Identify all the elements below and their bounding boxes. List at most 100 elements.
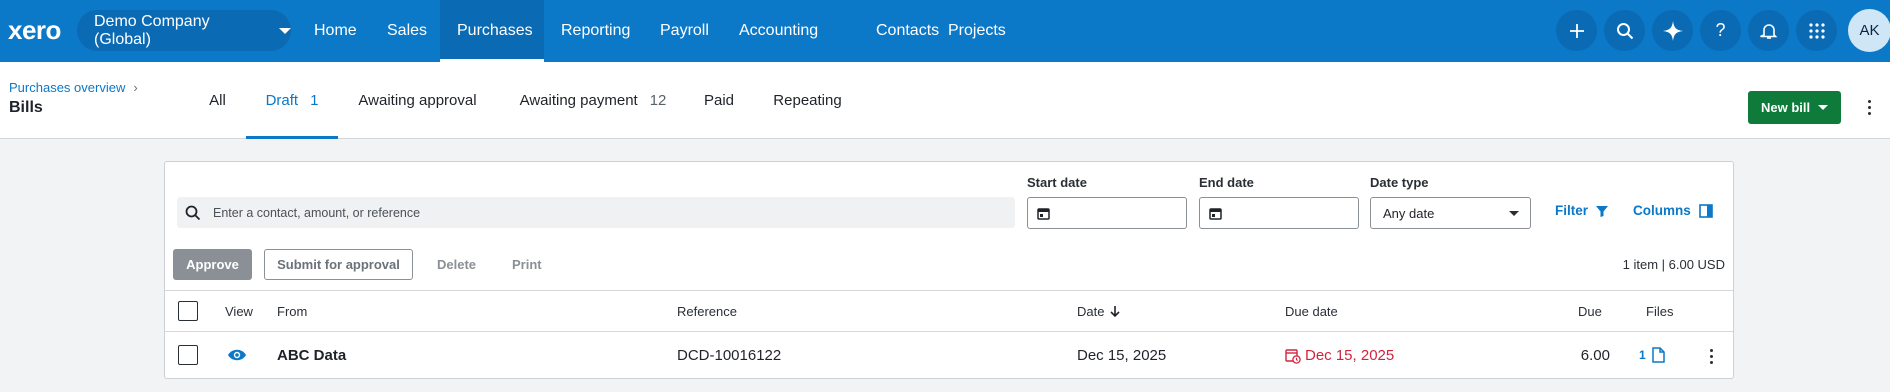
date-type-select[interactable]: Any date	[1370, 197, 1531, 229]
row-files-button[interactable]: 1	[1639, 347, 1665, 363]
org-switcher[interactable]: Demo Company (Global)	[77, 10, 291, 51]
select-all-checkbox[interactable]	[178, 301, 198, 321]
tab-label: Awaiting payment	[519, 91, 638, 109]
filter-button[interactable]: Filter	[1555, 203, 1609, 218]
tab-count: 1	[310, 91, 319, 109]
more-options-button[interactable]	[1862, 95, 1876, 119]
new-bill-label: New bill	[1761, 100, 1811, 115]
date-type-value: Any date	[1383, 205, 1435, 221]
more-icon	[1867, 99, 1871, 103]
start-date-field[interactable]	[1027, 197, 1187, 229]
start-date-label: Start date	[1027, 175, 1087, 190]
add-button[interactable]	[1556, 10, 1597, 51]
table-row[interactable]: ABC Data DCD-10016122 Dec 15, 2025 Dec 1…	[165, 332, 1733, 378]
calendar-icon	[1037, 207, 1050, 220]
nav-home[interactable]: Home	[297, 0, 370, 62]
approve-button[interactable]: Approve	[173, 249, 252, 280]
help-icon: ?	[1715, 20, 1726, 40]
end-date-label: End date	[1199, 175, 1254, 190]
row-reference: DCD-10016122	[677, 347, 782, 364]
tab-label: All	[209, 91, 226, 109]
more-icon-dot	[1709, 360, 1713, 364]
search-input[interactable]: Enter a contact, amount, or reference	[177, 197, 1015, 228]
col-from[interactable]: From	[277, 304, 307, 319]
print-button[interactable]: Print	[512, 249, 542, 280]
nav-payroll[interactable]: Payroll	[643, 0, 722, 62]
page-title: Bills	[9, 99, 43, 116]
tab-awaiting-approval[interactable]: Awaiting approval	[350, 62, 485, 138]
chevron-down-icon	[1818, 105, 1829, 110]
tab-label: Paid	[703, 91, 735, 109]
breadcrumb-purchases-overview[interactable]: Purchases overview	[9, 80, 125, 95]
col-date-label: Date	[1077, 304, 1105, 319]
tab-repeating[interactable]: Repeating	[765, 62, 850, 138]
date-type-label: Date type	[1370, 175, 1429, 190]
search-icon	[185, 205, 201, 220]
columns-button[interactable]: Columns	[1633, 203, 1713, 218]
chevron-down-icon	[1509, 211, 1519, 216]
search-icon	[1616, 22, 1633, 39]
col-date[interactable]: Date	[1077, 304, 1121, 319]
delete-button[interactable]: Delete	[437, 249, 476, 280]
columns-icon	[1698, 203, 1713, 218]
col-view: View	[225, 304, 253, 319]
bell-icon	[1759, 23, 1777, 39]
chevron-down-icon	[279, 27, 291, 34]
submit-for-approval-button[interactable]: Submit for approval	[264, 249, 413, 280]
col-files: Files	[1646, 304, 1674, 319]
row-more-button[interactable]	[1706, 346, 1716, 366]
tab-all[interactable]: All	[200, 62, 235, 138]
overdue-calendar-icon	[1285, 348, 1301, 364]
tab-label: Draft	[265, 91, 299, 109]
search-placeholder: Enter a contact, amount, or reference	[213, 205, 421, 220]
ai-assistant-button[interactable]	[1652, 10, 1693, 51]
notifications-button[interactable]	[1748, 10, 1789, 51]
main-nav: Home Sales Purchases Reporting Payroll A…	[297, 0, 1028, 62]
page-header: Purchases overview › Bills All Draft 1 Aw…	[0, 62, 1890, 139]
nav-accounting[interactable]: Accounting	[722, 0, 859, 62]
eye-icon	[228, 349, 246, 361]
search-button[interactable]	[1604, 10, 1645, 51]
xero-logo[interactable]: xero	[8, 15, 61, 46]
apps-grid-icon	[1808, 22, 1825, 39]
breadcrumb: Purchases overview ›	[9, 80, 138, 95]
tab-awaiting-payment[interactable]: Awaiting payment 12	[508, 62, 678, 138]
nav-contacts[interactable]: Contacts	[859, 0, 939, 62]
tab-count: 12	[649, 91, 667, 109]
org-name: Demo Company (Global)	[94, 12, 210, 48]
row-checkbox[interactable]	[178, 345, 198, 365]
table-header: View From Reference Date Due date Due Fi…	[165, 290, 1733, 332]
col-due[interactable]: Due	[1578, 304, 1602, 319]
help-button[interactable]: ?	[1700, 10, 1741, 51]
file-icon	[1651, 347, 1665, 363]
more-icon-dot	[1867, 105, 1871, 109]
more-icon-dot	[1709, 354, 1713, 358]
col-reference[interactable]: Reference	[677, 304, 737, 319]
chevron-right-icon: ›	[133, 80, 138, 95]
bills-card: Enter a contact, amount, or reference St…	[164, 161, 1734, 379]
view-button[interactable]	[227, 348, 247, 365]
avatar[interactable]: AK	[1848, 9, 1890, 52]
row-due-amount: 6.00	[1580, 347, 1610, 364]
tab-draft[interactable]: Draft 1	[246, 62, 338, 139]
nav-reporting[interactable]: Reporting	[544, 0, 643, 62]
tab-paid[interactable]: Paid	[695, 62, 743, 138]
nav-sales[interactable]: Sales	[370, 0, 440, 62]
row-due-date: Dec 15, 2025	[1285, 347, 1394, 364]
tab-label: Awaiting approval	[358, 91, 477, 109]
more-icon	[1709, 348, 1713, 352]
sparkle-icon	[1662, 20, 1683, 41]
nav-projects[interactable]: Projects	[931, 0, 1028, 62]
row-from[interactable]: ABC Data	[277, 347, 346, 364]
columns-label: Columns	[1633, 203, 1691, 218]
more-icon-dot	[1867, 111, 1871, 115]
new-bill-button[interactable]: New bill	[1748, 91, 1841, 124]
result-summary: 1 item | 6.00 USD	[1622, 257, 1725, 272]
row-date: Dec 15, 2025	[1077, 347, 1167, 364]
end-date-field[interactable]	[1199, 197, 1359, 229]
apps-button[interactable]	[1796, 10, 1837, 51]
col-due-date[interactable]: Due date	[1285, 304, 1338, 319]
nav-purchases[interactable]: Purchases	[440, 0, 544, 62]
plus-icon	[1569, 23, 1584, 38]
row-due-date-text: Dec 15, 2025	[1305, 347, 1395, 364]
